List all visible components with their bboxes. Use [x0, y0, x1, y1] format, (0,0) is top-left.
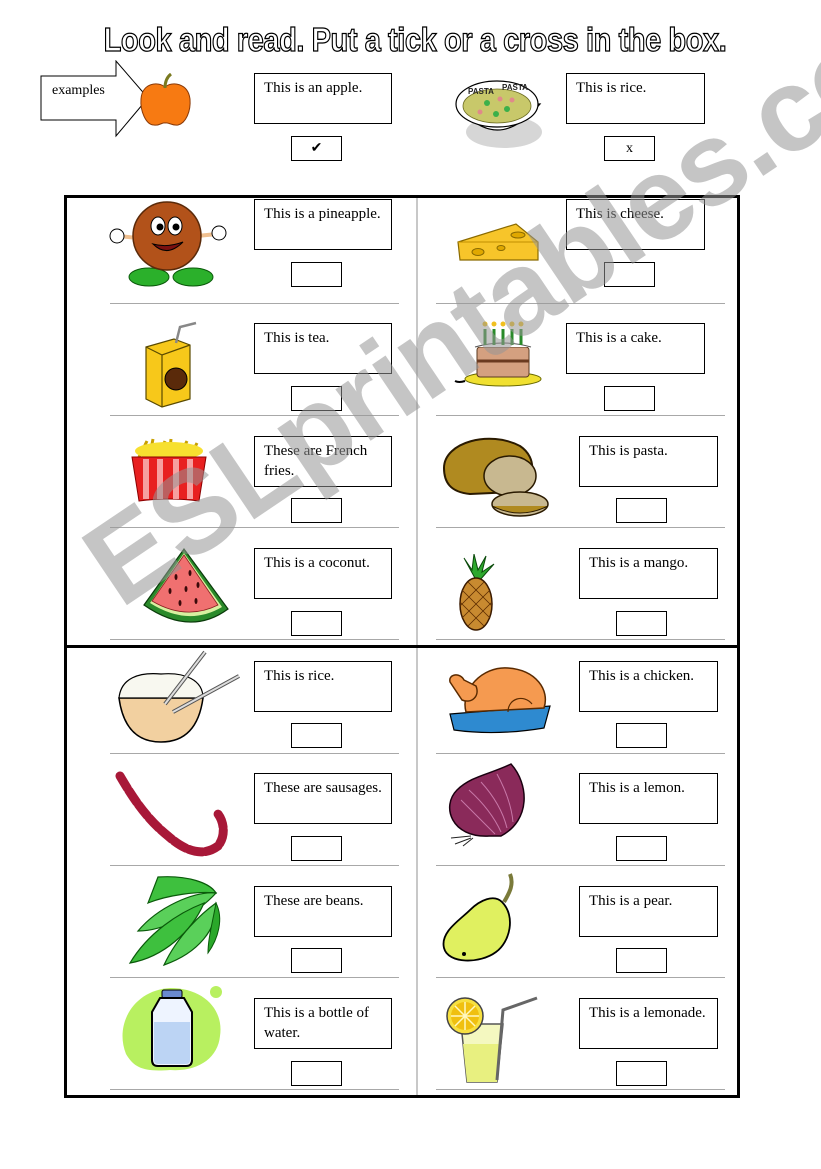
sentence-box: These are sausages. [254, 773, 392, 824]
sentence: This is a lemonade. [589, 1005, 706, 1021]
sausages-icon [115, 771, 228, 857]
answer-box[interactable] [616, 836, 667, 861]
sentence-box: This is a lemonade. [579, 998, 718, 1049]
answer-box[interactable] [604, 386, 655, 411]
answer-box[interactable] [291, 611, 342, 636]
row-separator [436, 415, 725, 416]
watermelon-icon [143, 547, 229, 623]
answer-box[interactable] [616, 611, 667, 636]
french-fries-icon [131, 438, 207, 502]
row-separator [110, 1089, 399, 1090]
sentence-box: This is a bottle of water. [254, 998, 392, 1049]
pasta-bowl-icon: PASTA PASTA [455, 80, 542, 148]
lemonade-glass-icon [446, 996, 538, 1083]
sentence: This is a pineapple. [264, 206, 381, 222]
answer-box[interactable] [291, 386, 342, 411]
row-separator [110, 303, 399, 304]
water-bottle-icon [122, 986, 222, 1071]
sentence-box: This is rice. [254, 661, 392, 712]
sentence-box: This is a cake. [566, 323, 705, 374]
apple-icon [140, 73, 191, 126]
answer-box[interactable] [616, 723, 667, 748]
sentence: This is rice. [264, 668, 335, 684]
sentence: This is a bottle of water. [264, 1005, 369, 1041]
sentence-box: This is cheese. [566, 199, 705, 250]
cheese-icon [457, 223, 539, 261]
sentence-box: These are French fries. [254, 436, 392, 487]
answer-box[interactable] [291, 1061, 342, 1086]
row-separator [110, 865, 399, 866]
rice-bowl-icon [118, 650, 240, 743]
example-answer-box-tick[interactable]: ✔ [291, 136, 342, 161]
row-separator [436, 303, 725, 304]
row-separator [110, 527, 399, 528]
sentence: This is tea. [264, 330, 330, 346]
sentence-box: This is a mango. [579, 548, 718, 599]
pear-icon [442, 873, 514, 962]
sentence: This is a pear. [589, 893, 673, 909]
examples-label: examples [52, 83, 105, 98]
answer-box[interactable] [616, 498, 667, 523]
examples-arrow [40, 60, 149, 138]
example-sentence-box: This is rice. [566, 73, 705, 124]
answer-box[interactable] [616, 1061, 667, 1086]
bread-icon [442, 437, 549, 517]
sentence: These are sausages. [264, 780, 382, 796]
roast-chicken-icon [449, 667, 551, 734]
answer-box[interactable] [616, 948, 667, 973]
onion-icon [448, 763, 525, 847]
row-separator [436, 977, 725, 978]
row-separator [436, 1089, 725, 1090]
coconut-character-icon [109, 201, 227, 287]
example-answer-box-cross[interactable]: x [604, 136, 655, 161]
answer-box[interactable] [291, 723, 342, 748]
pineapple-icon [459, 554, 495, 631]
sentence: This is a coconut. [264, 555, 370, 571]
sentence-box: These are beans. [254, 886, 392, 937]
example-sentence: This is rice. [576, 80, 647, 96]
svg-text:PASTA: PASTA [468, 87, 494, 96]
svg-text:PASTA: PASTA [502, 83, 528, 92]
row-separator [436, 527, 725, 528]
sentence: This is a lemon. [589, 780, 685, 796]
sentence-box: This is a pineapple. [254, 199, 392, 250]
sentence: These are French fries. [264, 443, 368, 479]
pea-pods-icon [128, 876, 221, 967]
sentence: This is a chicken. [589, 668, 694, 684]
example-sentence-box: This is an apple. [254, 73, 392, 124]
sentence: This is a mango. [589, 555, 689, 571]
sentence: This is a cake. [576, 330, 662, 346]
answer-box[interactable] [291, 262, 342, 287]
row-separator [110, 977, 399, 978]
row-separator [436, 865, 725, 866]
sentence: This is pasta. [589, 443, 668, 459]
worksheet-title: Look and read. Put a tick or a cross in … [103, 20, 727, 58]
answer-box[interactable] [291, 948, 342, 973]
sentence-box: This is a coconut. [254, 548, 392, 599]
row-separator [436, 753, 725, 754]
row-separator [436, 639, 725, 640]
sentence-box: This is a pear. [579, 886, 718, 937]
row-separator [110, 753, 399, 754]
sentence: This is cheese. [576, 206, 664, 222]
example-sentence: This is an apple. [264, 80, 363, 96]
answer-box[interactable] [291, 498, 342, 523]
birthday-cake-icon [454, 321, 542, 387]
sentence: These are beans. [264, 893, 364, 909]
answer-box[interactable] [604, 262, 655, 287]
sentence-box: This is a chicken. [579, 661, 718, 712]
answer-box[interactable] [291, 836, 342, 861]
section-divider [64, 645, 740, 648]
sentence-box: This is a lemon. [579, 773, 718, 824]
row-separator [110, 639, 399, 640]
sentence-box: This is pasta. [579, 436, 718, 487]
juice-box-icon [145, 321, 197, 408]
row-separator [110, 415, 399, 416]
sentence-box: This is tea. [254, 323, 392, 374]
